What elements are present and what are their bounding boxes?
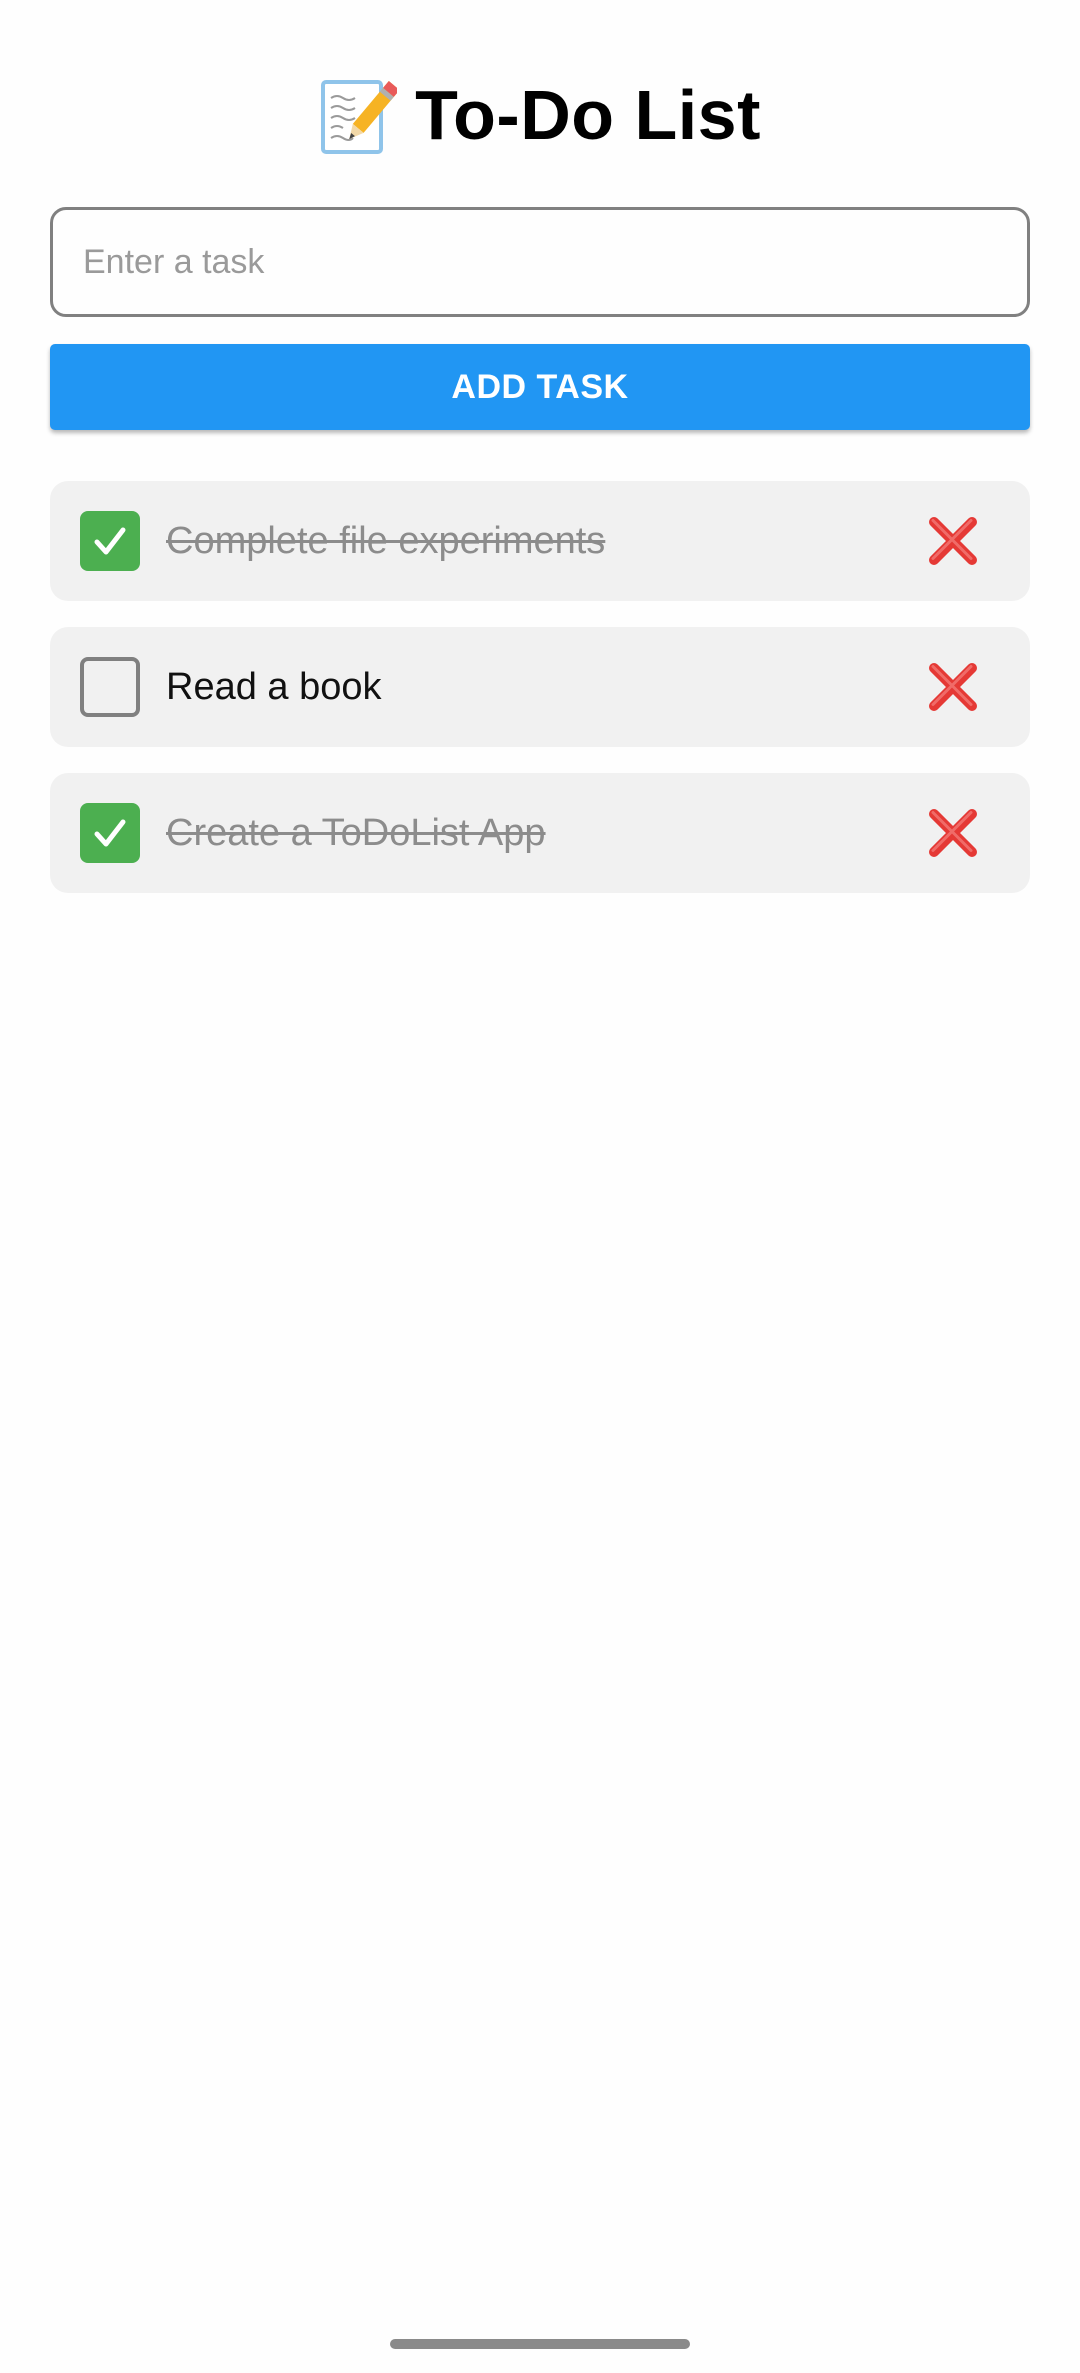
- list-item: Complete file experiments: [50, 481, 1030, 601]
- task-text: Read a book: [166, 666, 382, 708]
- checkmark-icon: [94, 527, 126, 555]
- task-text: Create a ToDoList App: [166, 812, 546, 854]
- delete-icon[interactable]: [926, 806, 980, 860]
- list-item: Read a book: [50, 627, 1030, 747]
- delete-icon[interactable]: [926, 514, 980, 568]
- task-checkbox[interactable]: [80, 803, 140, 863]
- task-checkbox[interactable]: [80, 511, 140, 571]
- memo-pencil-icon: [319, 74, 400, 156]
- checkmark-icon: [94, 819, 126, 847]
- task-text: Complete file experiments: [166, 520, 606, 562]
- add-task-button[interactable]: ADD TASK: [50, 344, 1030, 430]
- task-checkbox[interactable]: [80, 657, 140, 717]
- todo-app: To-Do List ADD TASK Complete file experi…: [0, 0, 1080, 2373]
- home-indicator[interactable]: [390, 2339, 690, 2349]
- page-header: To-Do List: [0, 70, 1080, 160]
- task-list: Complete file experiments Read a book Cr…: [50, 481, 1030, 919]
- page-title: To-Do List: [415, 76, 761, 154]
- list-item: Create a ToDoList App: [50, 773, 1030, 893]
- task-input[interactable]: [50, 207, 1030, 317]
- delete-icon[interactable]: [926, 660, 980, 714]
